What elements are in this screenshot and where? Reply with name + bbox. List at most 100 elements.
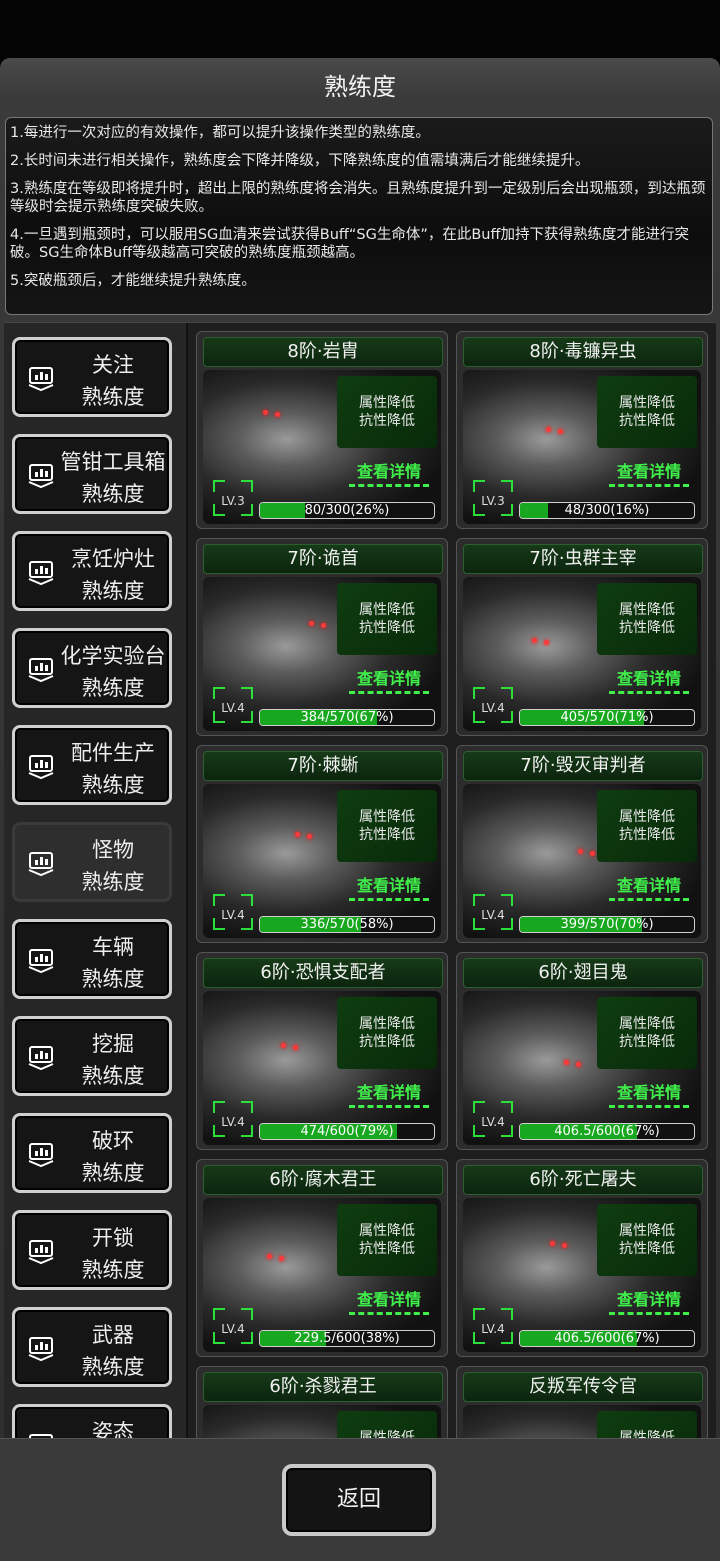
- monster-eye: [267, 1254, 272, 1259]
- attr-reduce: 属性降低: [619, 1016, 675, 1032]
- back-button[interactable]: 返回: [282, 1464, 436, 1536]
- progress-text: 384/570(67%): [300, 710, 394, 725]
- monster-eye: [309, 621, 314, 626]
- sidebar-item-sub: 熟练度: [81, 773, 145, 797]
- monster-card[interactable]: 6阶·恐惧支配者 属性降低 抗性降低 查看详情 LV.4 474/600(79%): [196, 952, 448, 1150]
- monster-card[interactable]: 8阶·毒镰异虫 属性降低 抗性降低 查看详情 LV.3 48/300(16%): [456, 331, 708, 529]
- level-label: LV.4: [481, 1322, 505, 1336]
- sidebar-item-sub: 熟练度: [81, 1258, 145, 1282]
- monster-card[interactable]: 6阶·杀戮君王属性降低抗性降低: [196, 1366, 448, 1439]
- attribute-box: 属性降低抗性降低: [597, 583, 697, 655]
- frame-corner: [241, 687, 253, 699]
- sidebar-item[interactable]: 武器 熟练度: [12, 1307, 172, 1387]
- attr-reduce: 属性降低: [619, 1223, 675, 1239]
- monster-eye: [558, 429, 563, 434]
- category-sidebar[interactable]: 关注 熟练度管钳工具箱 熟练度 烹饪炉灶 熟练度 化学实验台 熟练度 配件生产 熟练度 怪物 熟练度…: [4, 323, 188, 1439]
- info-line: 4.一旦遇到瓶颈时，可以服用SG血清来尝试获得Buff“SG生命体”，在此Buf…: [10, 227, 689, 261]
- monster-eye: [576, 1062, 581, 1067]
- monster-card[interactable]: 7阶·棘蜥 属性降低 抗性降低 查看详情 LV.4 336/570(58%): [196, 745, 448, 943]
- progress-bar: 229.5/600(38%): [259, 1330, 435, 1347]
- resist-reduce: 抗性降低: [359, 1034, 415, 1050]
- sidebar-item-sub: 熟练度: [81, 385, 145, 409]
- attr-reduce: 属性降低: [359, 809, 415, 825]
- frame-corner: [213, 1308, 225, 1320]
- monster-eye: [295, 832, 300, 837]
- info-line: 5.突破瓶颈后，才能继续提升熟练度。: [10, 273, 256, 289]
- sidebar-item-sub: 熟练度: [81, 1161, 145, 1185]
- attribute-box: 属性降低抗性降低: [337, 1411, 437, 1439]
- monster-card[interactable]: 6阶·腐木君王 属性降低 抗性降低 查看详情 LV.4 229.5/600(38%): [196, 1159, 448, 1357]
- progress-text: 80/300(26%): [304, 503, 390, 518]
- attr-reduce: 属性降低: [619, 602, 675, 618]
- view-details-link[interactable]: 查看详情: [609, 872, 689, 901]
- view-details-link[interactable]: 查看详情: [349, 1286, 429, 1315]
- attribute-box: 属性降低抗性降低: [337, 1204, 437, 1276]
- sidebar-item[interactable]: 开锁 熟练度: [12, 1210, 172, 1290]
- view-details-link[interactable]: 查看详情: [349, 872, 429, 901]
- monster-name: 8阶·毒镰异虫: [463, 337, 703, 367]
- progress-text: 474/600(79%): [300, 1124, 394, 1139]
- progress-bar: 384/570(67%): [259, 709, 435, 726]
- progress-bar: 474/600(79%): [259, 1123, 435, 1140]
- resist-reduce: 抗性降低: [359, 827, 415, 843]
- frame-corner: [213, 894, 225, 906]
- view-details-link[interactable]: 查看详情: [349, 1079, 429, 1108]
- progress-text: 336/570(58%): [300, 917, 394, 932]
- view-details-link[interactable]: 查看详情: [609, 1079, 689, 1108]
- monster-card[interactable]: 7阶·虫群主宰 属性降低 抗性降低 查看详情 LV.4 405/570(71%): [456, 538, 708, 736]
- sidebar-item[interactable]: 破环 熟练度: [12, 1113, 172, 1193]
- sidebar-item[interactable]: 配件生产 熟练度: [12, 725, 172, 805]
- monster-eye: [321, 623, 326, 628]
- attribute-box: 属性降低抗性降低: [597, 790, 697, 862]
- frame-corner: [501, 480, 513, 492]
- sidebar-item[interactable]: 管钳工具箱 熟练度: [12, 434, 172, 514]
- sidebar-item[interactable]: 怪物 熟练度: [12, 822, 172, 902]
- sidebar-item[interactable]: 挖掘 熟练度: [12, 1016, 172, 1096]
- view-details-link[interactable]: 查看详情: [609, 665, 689, 694]
- attribute-box: 属性降低抗性降低: [337, 583, 437, 655]
- frame-corner: [501, 1101, 513, 1113]
- sidebar-item[interactable]: 烹饪炉灶 熟练度: [12, 531, 172, 611]
- frame-corner: [241, 1101, 253, 1113]
- progress-bar: 399/570(70%): [519, 916, 695, 933]
- progress-text: 406.5/600(67%): [554, 1331, 660, 1346]
- view-details-link[interactable]: 查看详情: [609, 1286, 689, 1315]
- monster-eye: [281, 1043, 286, 1048]
- monster-name: 6阶·腐木君王: [203, 1165, 443, 1195]
- monster-card[interactable]: 反叛军传令官属性降低抗性降低: [456, 1366, 708, 1439]
- info-line: 3.熟练度在等级即将提升时，超出上限的熟练度将会消失。且熟练度提升到一定级别后会…: [10, 181, 706, 215]
- monster-card[interactable]: 6阶·翅目鬼 属性降低 抗性降低 查看详情 LV.4 406.5/600(67%): [456, 952, 708, 1150]
- frame-corner: [501, 1308, 513, 1320]
- monster-eye: [293, 1045, 298, 1050]
- content-area: 关注 熟练度管钳工具箱 熟练度 烹饪炉灶 熟练度 化学实验台 熟练度 配件生产 熟练度 怪物 熟练度…: [4, 322, 716, 1439]
- sidebar-item[interactable]: 关注 熟练度: [12, 337, 172, 417]
- sidebar-item[interactable]: 化学实验台 熟练度: [12, 628, 172, 708]
- frame-corner: [473, 480, 485, 492]
- progress-text: 406.5/600(67%): [554, 1124, 660, 1139]
- view-details-link[interactable]: 查看详情: [609, 458, 689, 487]
- progress-bar: 406.5/600(67%): [519, 1123, 695, 1140]
- resist-reduce: 抗性降低: [359, 1241, 415, 1257]
- sidebar-item-sub: 熟练度: [81, 676, 145, 700]
- attribute-box: 属性降低抗性降低: [597, 997, 697, 1069]
- sidebar-item-sub: 熟练度: [81, 482, 145, 506]
- monster-card[interactable]: 7阶·诡首 属性降低 抗性降低 查看详情 LV.4 384/570(67%): [196, 538, 448, 736]
- monster-name: 6阶·死亡屠夫: [463, 1165, 703, 1195]
- sidebar-item-sub: 熟练度: [81, 967, 145, 991]
- sidebar-item[interactable]: 姿态熟练度: [12, 1404, 172, 1439]
- view-details-link[interactable]: 查看详情: [349, 665, 429, 694]
- frame-corner: [473, 1308, 485, 1320]
- monster-card[interactable]: 6阶·死亡屠夫 属性降低 抗性降低 查看详情 LV.4 406.5/600(67%): [456, 1159, 708, 1357]
- sidebar-item-label: 挖掘: [92, 1032, 134, 1056]
- level-label: LV.3: [221, 494, 245, 508]
- monster-name: 7阶·毁灭审判者: [463, 751, 703, 781]
- monster-card[interactable]: 7阶·毁灭审判者 属性降低 抗性降低 查看详情 LV.4 399/570(70%): [456, 745, 708, 943]
- view-details-link[interactable]: 查看详情: [349, 458, 429, 487]
- sidebar-item-label: 车辆: [92, 935, 134, 959]
- monster-eye: [263, 410, 268, 415]
- attribute-box: 属性降低抗性降低: [337, 790, 437, 862]
- monster-name: 6阶·恐惧支配者: [203, 958, 443, 988]
- monster-card[interactable]: 8阶·岩胄 属性降低 抗性降低 查看详情 LV.3 80/300(26%): [196, 331, 448, 529]
- sidebar-item[interactable]: 车辆 熟练度: [12, 919, 172, 999]
- monster-grid[interactable]: 8阶·岩胄 属性降低 抗性降低 查看详情 LV.3 80/300(26%) 8阶·毒镰异虫属…: [194, 323, 716, 1439]
